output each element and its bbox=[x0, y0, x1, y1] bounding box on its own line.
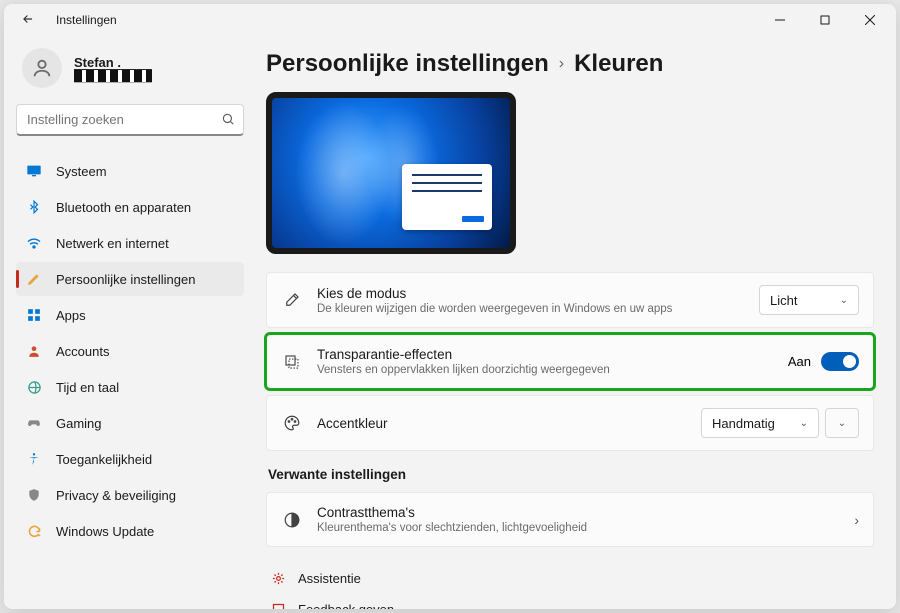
toggle-switch[interactable] bbox=[821, 352, 859, 371]
sidebar: Stefan . ██████████ Systeem Bluetooth en… bbox=[4, 36, 256, 609]
sidebar-item-accounts[interactable]: Accounts bbox=[16, 334, 244, 368]
globe-clock-icon bbox=[26, 379, 42, 395]
search-icon bbox=[221, 112, 235, 131]
link-label: Feedback geven bbox=[298, 602, 394, 609]
breadcrumb-current: Kleuren bbox=[574, 50, 663, 78]
user-email: ██████████ bbox=[74, 70, 152, 82]
chevron-down-icon: ⌄ bbox=[838, 418, 846, 429]
nav-label: Bluetooth en apparaten bbox=[56, 200, 191, 215]
sidebar-item-bluetooth[interactable]: Bluetooth en apparaten bbox=[16, 190, 244, 224]
row-title: Transparantie-effecten bbox=[317, 347, 788, 362]
sidebar-item-gaming[interactable]: Gaming bbox=[16, 406, 244, 440]
titlebar: Instellingen bbox=[4, 4, 896, 36]
sidebar-item-personalization[interactable]: Persoonlijke instellingen bbox=[16, 262, 244, 296]
sidebar-item-accessibility[interactable]: Toegankelijkheid bbox=[16, 442, 244, 476]
gamepad-icon bbox=[26, 415, 42, 431]
palette-icon bbox=[281, 414, 303, 432]
sidebar-item-privacy[interactable]: Privacy & beveiliging bbox=[16, 478, 244, 512]
select-value: Handmatig bbox=[712, 416, 775, 431]
contrast-icon bbox=[281, 511, 303, 529]
accent-expand-button[interactable]: ⌄ bbox=[825, 408, 859, 438]
theme-preview bbox=[266, 92, 516, 254]
shield-icon bbox=[26, 487, 42, 503]
bluetooth-icon bbox=[26, 199, 42, 215]
chevron-down-icon: ⌄ bbox=[840, 295, 848, 306]
mode-select[interactable]: Licht ⌄ bbox=[759, 285, 859, 315]
apps-icon bbox=[26, 307, 42, 323]
sidebar-item-update[interactable]: Windows Update bbox=[16, 514, 244, 548]
row-desc: De kleuren wijzigen die worden weergegev… bbox=[317, 303, 759, 315]
row-title: Accentkleur bbox=[317, 416, 701, 431]
main-content: Persoonlijke instellingen › Kleuren Kies… bbox=[256, 36, 896, 609]
update-icon bbox=[26, 523, 42, 539]
nav-label: Tijd en taal bbox=[56, 380, 119, 395]
avatar bbox=[22, 48, 62, 88]
select-value: Licht bbox=[770, 293, 797, 308]
transparency-icon bbox=[281, 353, 303, 371]
window-controls bbox=[757, 4, 892, 36]
nav-label: Gaming bbox=[56, 416, 102, 431]
row-title: Kies de modus bbox=[317, 286, 759, 301]
help-icon bbox=[270, 571, 286, 586]
wifi-icon bbox=[26, 235, 42, 251]
person-icon bbox=[26, 343, 42, 359]
accent-row[interactable]: Accentkleur Handmatig ⌄ ⌄ bbox=[266, 395, 874, 451]
preview-window-icon bbox=[402, 164, 492, 230]
chevron-right-icon: › bbox=[559, 55, 564, 73]
minimize-button[interactable] bbox=[757, 4, 802, 36]
search-wrap bbox=[16, 104, 244, 136]
search-input[interactable] bbox=[16, 104, 244, 136]
chevron-down-icon: ⌄ bbox=[800, 418, 808, 429]
display-icon bbox=[26, 163, 42, 179]
accessibility-icon bbox=[26, 451, 42, 467]
user-name: Stefan . bbox=[74, 55, 152, 70]
brush-icon bbox=[26, 271, 42, 287]
nav-label: Toegankelijkheid bbox=[56, 452, 152, 467]
link-label: Assistentie bbox=[298, 571, 361, 586]
sidebar-item-time[interactable]: Tijd en taal bbox=[16, 370, 244, 404]
nav-label: Netwerk en internet bbox=[56, 236, 169, 251]
user-block[interactable]: Stefan . ██████████ bbox=[16, 42, 244, 104]
nav-label: Apps bbox=[56, 308, 86, 323]
breadcrumb-parent[interactable]: Persoonlijke instellingen bbox=[266, 50, 549, 78]
sidebar-item-network[interactable]: Netwerk en internet bbox=[16, 226, 244, 260]
contrast-row[interactable]: Contrastthema's Kleurenthema's voor slec… bbox=[266, 492, 874, 547]
feedback-icon bbox=[270, 602, 286, 609]
related-heading: Verwante instellingen bbox=[268, 467, 874, 482]
back-button[interactable] bbox=[18, 12, 38, 29]
maximize-button[interactable] bbox=[802, 4, 847, 36]
nav-label: Windows Update bbox=[56, 524, 154, 539]
row-desc: Kleurenthema's voor slechtzienden, licht… bbox=[317, 522, 846, 534]
accent-select[interactable]: Handmatig ⌄ bbox=[701, 408, 819, 438]
mode-row[interactable]: Kies de modus De kleuren wijzigen die wo… bbox=[266, 272, 874, 328]
row-desc: Vensters en oppervlakken lijken doorzich… bbox=[317, 364, 788, 376]
sidebar-item-system[interactable]: Systeem bbox=[16, 154, 244, 188]
nav-label: Persoonlijke instellingen bbox=[56, 272, 195, 287]
nav-label: Accounts bbox=[56, 344, 109, 359]
help-link[interactable]: Assistentie bbox=[266, 563, 874, 594]
toggle-state-label: Aan bbox=[788, 354, 811, 369]
feedback-link[interactable]: Feedback geven bbox=[266, 594, 874, 609]
nav-label: Privacy & beveiliging bbox=[56, 488, 176, 503]
window-title: Instellingen bbox=[56, 13, 117, 27]
settings-window: Instellingen Stefan . ██████████ bbox=[4, 4, 896, 609]
transparency-row[interactable]: Transparantie-effecten Vensters en opper… bbox=[266, 334, 874, 389]
close-button[interactable] bbox=[847, 4, 892, 36]
sidebar-item-apps[interactable]: Apps bbox=[16, 298, 244, 332]
nav-list: Systeem Bluetooth en apparaten Netwerk e… bbox=[16, 154, 244, 548]
nav-label: Systeem bbox=[56, 164, 107, 179]
breadcrumb: Persoonlijke instellingen › Kleuren bbox=[266, 50, 874, 78]
chevron-right-icon: › bbox=[854, 512, 859, 528]
row-title: Contrastthema's bbox=[317, 505, 846, 520]
transparency-toggle: Aan bbox=[788, 352, 859, 371]
brush-outline-icon bbox=[281, 291, 303, 309]
